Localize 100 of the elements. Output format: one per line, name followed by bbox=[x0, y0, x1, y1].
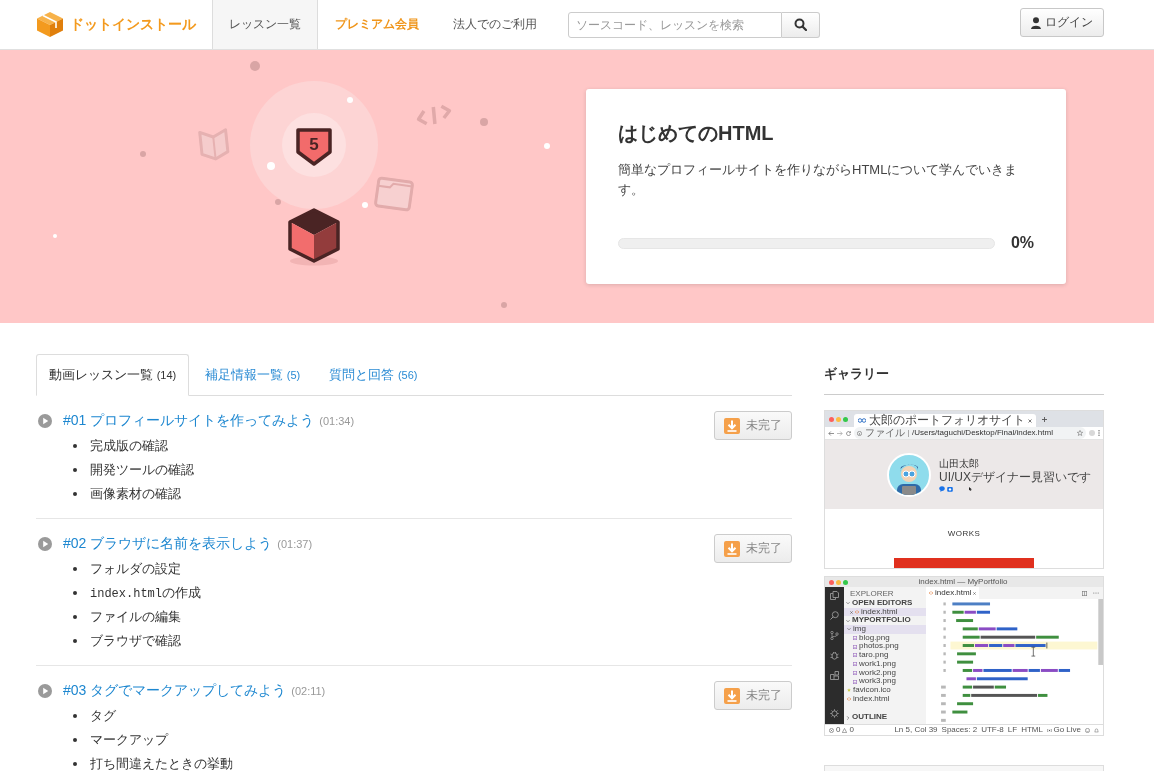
split-icon[interactable] bbox=[1082, 590, 1087, 596]
text-cursor-icon bbox=[1031, 646, 1036, 657]
image-file-icon bbox=[853, 653, 857, 658]
status-item[interactable]: Ln 5, Col 39 bbox=[894, 725, 938, 735]
tab[interactable]: 質問と回答 (56) bbox=[316, 354, 431, 396]
close-icon[interactable] bbox=[850, 610, 853, 614]
file-item[interactable]: photos.png bbox=[844, 642, 926, 652]
play-icon[interactable] bbox=[38, 414, 52, 428]
play-icon[interactable] bbox=[38, 537, 52, 551]
status-item[interactable]: UTF-8 bbox=[981, 725, 1004, 735]
bug-icon[interactable] bbox=[830, 651, 839, 660]
smiley-icon[interactable] bbox=[1085, 727, 1090, 733]
course-description: 簡単なプロフィールサイトを作りながらHTMLについて学んでいきます。 bbox=[618, 161, 1019, 199]
lesson-link[interactable]: #02 ブラウザに名前を表示しよう bbox=[63, 535, 273, 553]
section-header[interactable]: OUTLINE bbox=[844, 713, 926, 722]
profile-role: UI/UXデザイナー見習いです bbox=[939, 469, 1091, 484]
bullet-icon bbox=[73, 492, 77, 496]
file-item[interactable]: blog.png bbox=[844, 633, 926, 643]
close-icon[interactable] bbox=[973, 591, 977, 595]
dot-icon bbox=[53, 234, 57, 238]
dot-icon bbox=[501, 302, 507, 308]
code-file-icon bbox=[929, 591, 933, 595]
error-count: 0 bbox=[836, 725, 841, 735]
settings-icon[interactable] bbox=[830, 709, 839, 718]
bullet-icon bbox=[73, 468, 77, 472]
branch-icon[interactable] bbox=[830, 631, 839, 640]
tab[interactable]: 補足情報一覧 (5) bbox=[192, 354, 314, 396]
cursor-icon bbox=[969, 486, 972, 491]
search-button[interactable] bbox=[782, 11, 820, 38]
image-file-icon bbox=[853, 679, 857, 684]
close-icon bbox=[1028, 418, 1032, 423]
gallery-thumbnail[interactable] bbox=[824, 765, 1104, 771]
play-icon[interactable] bbox=[38, 684, 52, 698]
nav-link[interactable]: 法人でのご利用 bbox=[436, 0, 554, 49]
lesson-duration: (01:37) bbox=[277, 538, 313, 550]
explorer-title: EXPLORER bbox=[849, 589, 895, 599]
login-button[interactable]: ログイン bbox=[1020, 8, 1104, 37]
plus-icon[interactable] bbox=[1042, 416, 1047, 422]
files-icon[interactable] bbox=[830, 591, 839, 600]
progress-percent: 0% bbox=[1010, 234, 1034, 252]
blocks-icon[interactable] bbox=[830, 671, 839, 680]
back-arrow-icon[interactable] bbox=[828, 430, 834, 436]
error-icon bbox=[829, 727, 834, 733]
search-field[interactable]: ソースコード、レッスンを検索 bbox=[568, 11, 782, 38]
forward-arrow-icon[interactable] bbox=[837, 430, 843, 436]
chat-icon bbox=[939, 485, 945, 492]
reload-icon[interactable] bbox=[846, 430, 851, 436]
address-path: /Users/taguchi/Desktop/Final/index.html bbox=[912, 427, 1053, 439]
code-file-icon bbox=[847, 696, 851, 701]
bullet-icon bbox=[73, 714, 77, 718]
dot-icon bbox=[362, 202, 368, 208]
topic-text: ファイルの編集 bbox=[90, 608, 181, 626]
camera-icon bbox=[947, 485, 953, 492]
file-item[interactable]: img bbox=[844, 625, 926, 634]
topic-text: タグ bbox=[90, 707, 116, 725]
section-header[interactable]: MYPORTFOLIO bbox=[844, 616, 926, 626]
bullet-icon bbox=[73, 615, 77, 619]
section-header[interactable]: OPEN EDITORS bbox=[844, 599, 926, 608]
section-title: WORKS bbox=[947, 529, 981, 538]
dot-icon bbox=[140, 151, 146, 157]
file-item[interactable]: index.html bbox=[844, 694, 926, 704]
chevron-icon[interactable] bbox=[846, 715, 850, 720]
status-item[interactable]: HTML bbox=[1021, 725, 1043, 735]
file-item[interactable]: favicon.ico bbox=[844, 685, 926, 695]
status-item[interactable]: Spaces: 2 bbox=[941, 725, 978, 735]
address-bar[interactable]: ファイル /Users/taguchi/Desktop/Final/index.html bbox=[854, 427, 1086, 439]
file-item[interactable]: work2.png bbox=[844, 668, 926, 678]
image-file-icon bbox=[853, 670, 857, 675]
browser-tab[interactable]: 太郎のポートフォリオサイト bbox=[854, 414, 1036, 427]
bullet-icon bbox=[73, 639, 77, 643]
user-icon bbox=[1031, 16, 1041, 29]
status-item[interactable]: LF bbox=[1007, 725, 1018, 735]
book-icon bbox=[197, 125, 231, 163]
address-scheme: ファイル bbox=[865, 427, 905, 439]
lesson-duration: (01:34) bbox=[319, 415, 355, 427]
nav-link[interactable]: レッスン一覧 bbox=[212, 0, 318, 49]
file-item[interactable]: work1.png bbox=[844, 659, 926, 669]
lesson-link[interactable]: #01 プロフィールサイトを作ってみよう bbox=[63, 412, 315, 430]
level-badge: 5 bbox=[295, 127, 333, 167]
tab[interactable]: 動画レッスン一覧 (14) bbox=[36, 354, 190, 396]
lesson-link[interactable]: #03 タグでマークアップしてみよう bbox=[63, 682, 287, 700]
search-icon bbox=[794, 18, 807, 31]
file-item[interactable]: index.html bbox=[844, 607, 926, 617]
course-title: はじめてのHTML bbox=[618, 121, 775, 145]
cube-icon bbox=[287, 208, 341, 266]
bullet-icon bbox=[73, 591, 77, 595]
bell-icon[interactable] bbox=[1094, 727, 1099, 733]
topic-text: 打ち間違えたときの挙動 bbox=[90, 755, 233, 773]
cube-icon bbox=[36, 11, 64, 38]
file-item[interactable]: taro.png bbox=[844, 651, 926, 660]
search-icon[interactable] bbox=[830, 611, 839, 620]
scrollbar-thumb[interactable] bbox=[1098, 599, 1103, 665]
editor-tab[interactable]: index.html bbox=[926, 587, 980, 599]
go-live-link[interactable]: Go Live bbox=[1053, 725, 1081, 735]
warning-count: 0 bbox=[849, 725, 854, 735]
file-item[interactable]: work3.png bbox=[844, 677, 926, 686]
window-title: index.html — MyPortfolio bbox=[917, 577, 1009, 587]
bullet-icon bbox=[73, 567, 77, 571]
download-icon bbox=[724, 540, 740, 557]
star-icon[interactable] bbox=[1077, 430, 1083, 436]
